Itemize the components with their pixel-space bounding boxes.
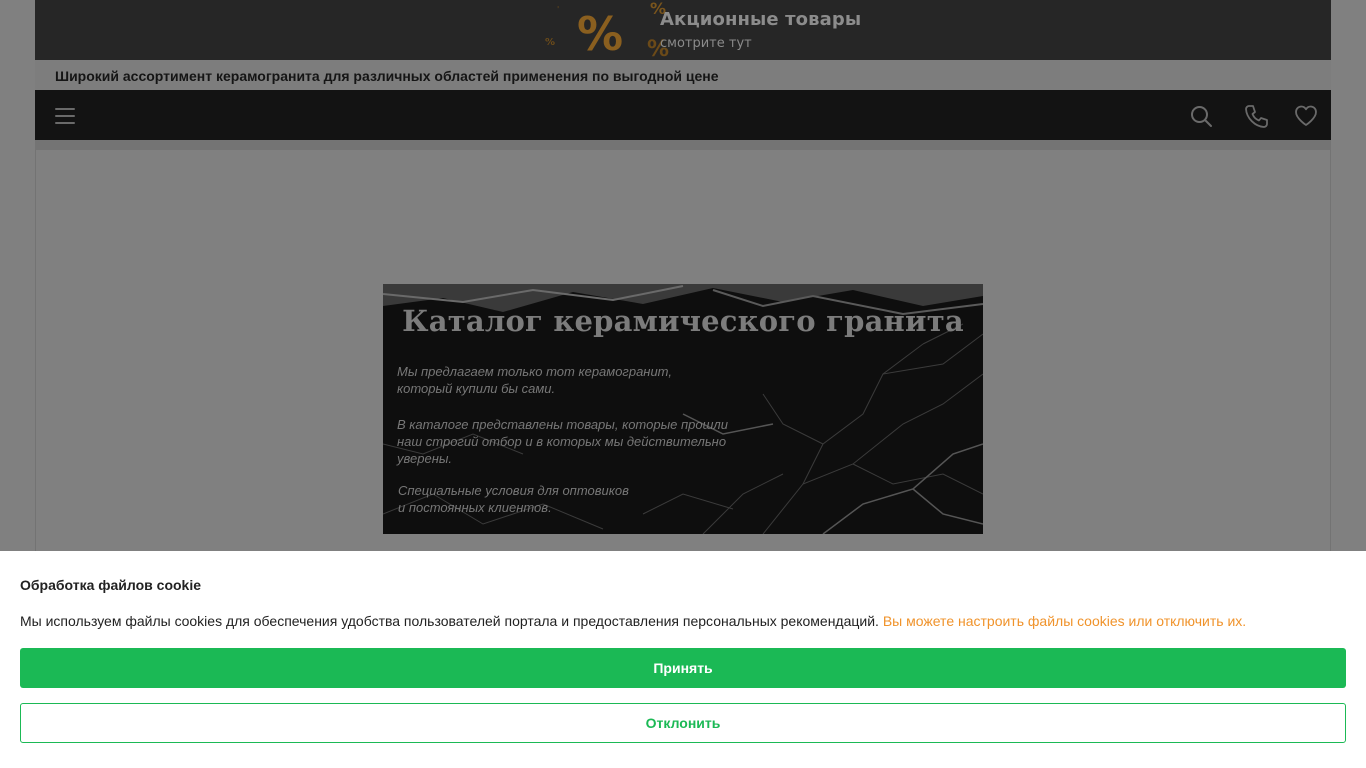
- percent-icon: % ' % % %: [505, 0, 685, 60]
- banner-line: наш строгий отбор и в которых мы действи…: [397, 434, 727, 449]
- banner-paragraph-3: Специальные условия для оптовиков и пост…: [398, 482, 629, 516]
- tagline-bar: Широкий ассортимент керамогранита для ра…: [35, 60, 1331, 90]
- banner-line: который купили бы сами.: [397, 381, 556, 396]
- cookie-consent-panel: Обработка файлов cookie Мы используем фа…: [0, 551, 1366, 768]
- banner-line: Специальные условия для оптовиков: [398, 483, 629, 498]
- promo-banner[interactable]: % ' % % % Акционные товары смотрите тут: [35, 0, 1331, 60]
- decline-cookies-button[interactable]: Отклонить: [20, 703, 1346, 743]
- main-nav-bar: [35, 90, 1331, 140]
- catalog-banner[interactable]: Каталог керамического гранита Мы предлаг…: [383, 284, 983, 534]
- svg-text:%: %: [545, 37, 555, 48]
- cookie-description: Мы используем файлы cookies для обеспече…: [20, 613, 883, 629]
- banner-line: и постоянных клиентов.: [398, 500, 552, 515]
- banner-line: В каталоге представлены товары, которые …: [397, 417, 728, 432]
- hamburger-icon[interactable]: [52, 103, 78, 129]
- site-tagline: Широкий ассортимент керамогранита для ра…: [55, 68, 719, 84]
- banner-line: уверены.: [397, 451, 453, 466]
- cookie-title: Обработка файлов cookie: [20, 577, 202, 593]
- promo-subtitle[interactable]: смотрите тут: [660, 36, 752, 51]
- promo-title[interactable]: Акционные товары: [660, 9, 861, 30]
- accept-cookies-button[interactable]: Принять: [20, 648, 1346, 688]
- banner-paragraph-2: В каталоге представлены товары, которые …: [397, 416, 728, 467]
- svg-text:': ': [557, 5, 559, 14]
- search-icon[interactable]: [1188, 103, 1214, 129]
- cookie-text: Мы используем файлы cookies для обеспече…: [20, 613, 1246, 629]
- banner-line: Мы предлагаем только тот керамогранит,: [397, 364, 672, 379]
- banner-paragraph-1: Мы предлагаем только тот керамогранит, к…: [397, 363, 672, 397]
- banner-title: Каталог керамического гранита: [402, 304, 964, 338]
- cookie-settings-link[interactable]: Вы можете настроить файлы cookies или от…: [883, 613, 1246, 629]
- nav-divider: [35, 140, 1331, 150]
- phone-icon[interactable]: [1243, 103, 1269, 129]
- svg-text:%: %: [577, 7, 623, 60]
- heart-icon[interactable]: [1293, 103, 1319, 129]
